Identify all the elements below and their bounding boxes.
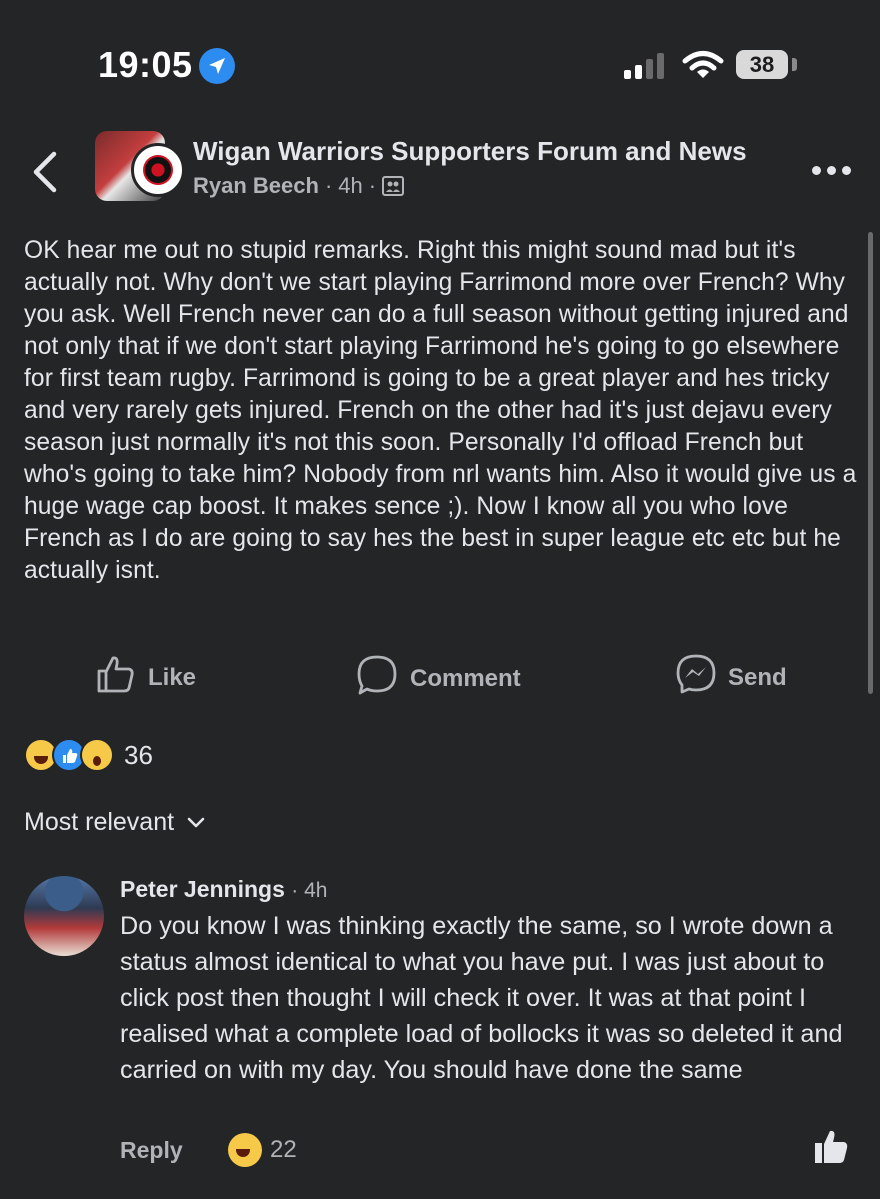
send-button[interactable]: Send — [676, 654, 787, 701]
more-options-icon[interactable] — [812, 166, 851, 175]
commenter-name[interactable]: Peter Jennings — [120, 876, 285, 902]
messenger-icon — [676, 654, 716, 701]
commenter-avatar[interactable] — [24, 876, 104, 956]
sort-label: Most relevant — [24, 808, 175, 836]
group-members-icon — [382, 176, 405, 196]
reply-button[interactable]: Reply — [120, 1137, 183, 1164]
chevron-down-icon — [186, 808, 206, 837]
comment-time: · 4h — [291, 879, 328, 902]
club-crest-icon — [131, 143, 185, 197]
wifi-icon — [682, 50, 724, 85]
like-button[interactable]: Like — [96, 654, 196, 701]
meta-separator: · — [324, 173, 333, 198]
battery-tip — [792, 58, 797, 71]
like-label: Like — [148, 663, 197, 691]
cellular-signal-icon — [624, 53, 670, 79]
reaction-summary[interactable]: 36 — [24, 738, 153, 772]
comment-text: Do you know I was thinking exactly the s… — [120, 912, 843, 1084]
status-bar: 19:05 38 — [0, 0, 880, 120]
battery-icon: 38 — [736, 50, 788, 79]
back-button[interactable] — [30, 150, 60, 199]
post-time[interactable]: 4h — [338, 173, 362, 199]
meta-separator: · — [368, 173, 377, 198]
group-avatar[interactable] — [95, 131, 185, 201]
comment-button[interactable]: Comment — [356, 654, 521, 703]
comment-reaction-summary[interactable]: 22 — [228, 1133, 297, 1167]
haha-reaction-icon — [228, 1133, 262, 1167]
thumbs-up-icon — [96, 654, 136, 701]
wow-reaction-icon — [80, 738, 114, 772]
clock: 19:05 — [98, 44, 193, 85]
group-name[interactable]: Wigan Warriors Supporters Forum and News — [193, 136, 747, 167]
comment-bubble-icon — [356, 654, 398, 703]
location-arrow-icon — [199, 48, 235, 84]
post-text: OK hear me out no stupid remarks. Right … — [24, 237, 857, 584]
comment-sort-dropdown[interactable]: Most relevant — [24, 808, 206, 837]
commenter-header: Peter Jennings · 4h — [120, 876, 327, 903]
comment-like-icon[interactable] — [812, 1128, 850, 1171]
comment-reaction-count: 22 — [270, 1136, 297, 1163]
scrollbar[interactable] — [868, 232, 873, 694]
reaction-count: 36 — [124, 739, 153, 770]
post-meta: Ryan Beech · 4h · — [193, 173, 405, 199]
author-name[interactable]: Ryan Beech — [193, 173, 319, 199]
comment-label: Comment — [410, 664, 521, 692]
send-label: Send — [728, 663, 787, 691]
